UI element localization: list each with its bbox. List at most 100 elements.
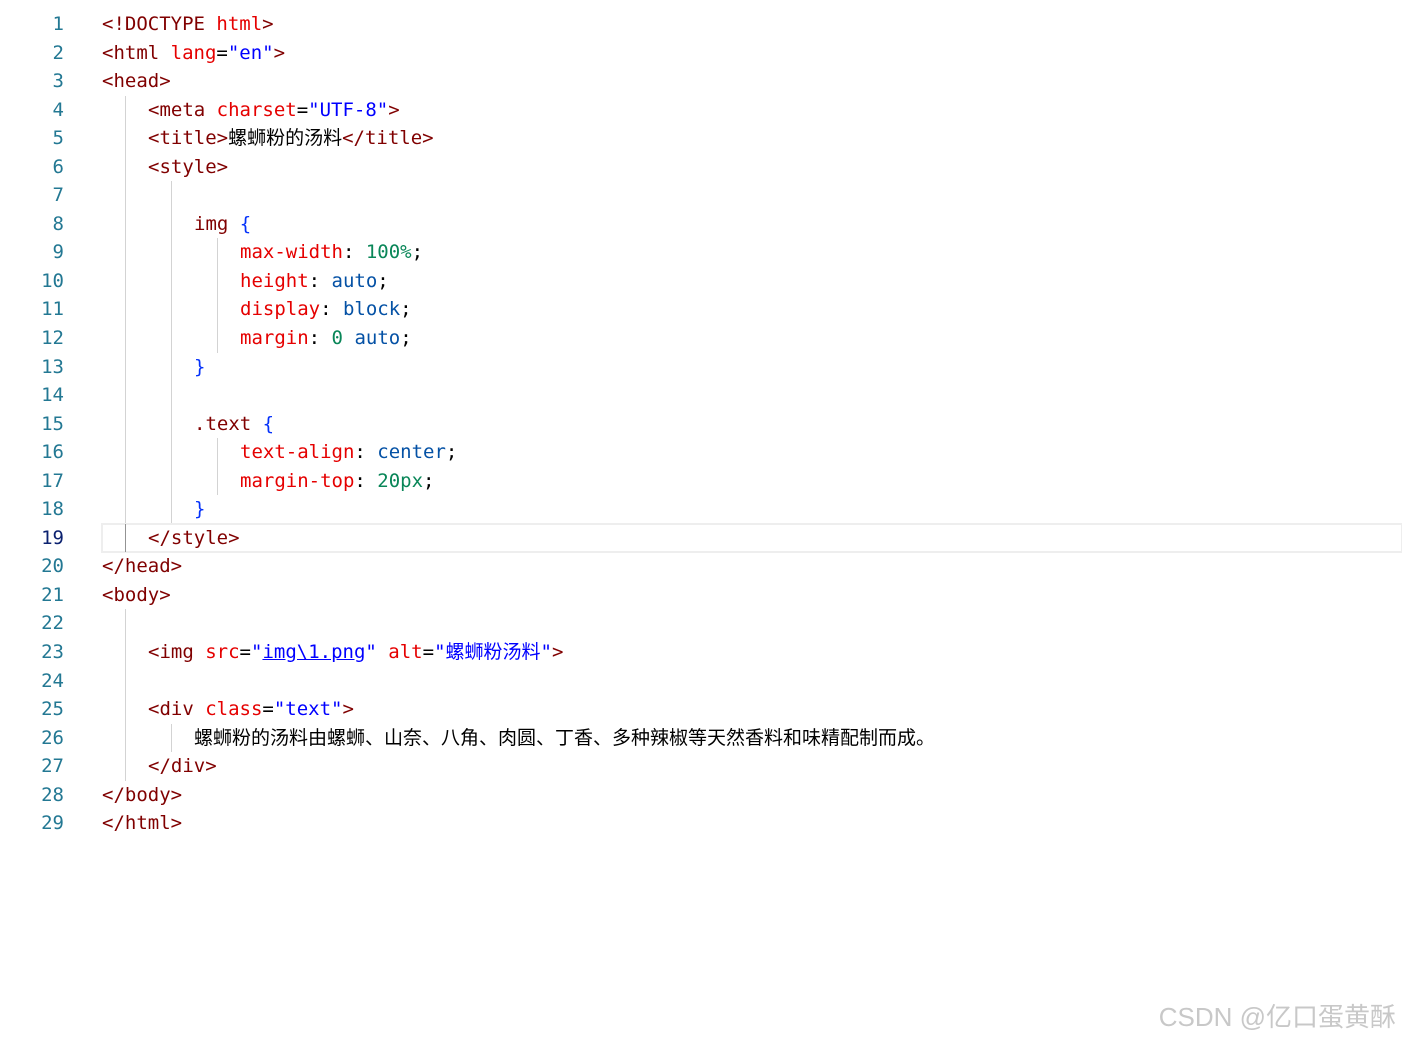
code-line[interactable]: </style> <box>101 522 1402 554</box>
code-token: ; <box>445 441 458 464</box>
code-line[interactable]: margin: 0 auto; <box>102 324 1402 353</box>
code-token: center <box>377 441 446 464</box>
code-token: </body> <box>102 783 183 806</box>
code-line[interactable] <box>102 181 1402 210</box>
code-line[interactable]: <head> <box>102 67 1402 96</box>
code-area[interactable]: <!DOCTYPE html> <html lang="en"> <head> <me… <box>101 10 1402 838</box>
code-token[interactable]: img\1.png <box>262 641 365 663</box>
line-number: 11 <box>41 298 64 321</box>
code-token: <title> <box>148 127 229 150</box>
code-token: = <box>262 698 274 721</box>
code-token: 螺蛳粉的汤料由螺蛳、山奈、八角、肉圆、丁香、多种辣椒等天然香料和味精配制而成。 <box>194 726 936 749</box>
code-line[interactable]: </div> <box>102 752 1402 781</box>
indent-guide <box>125 609 126 639</box>
code-line[interactable]: max-width: 100%; <box>102 238 1402 267</box>
code-line[interactable]: </html> <box>102 809 1402 838</box>
code-token: <div <box>148 698 206 721</box>
code-line[interactable]: height: auto; <box>102 266 1402 296</box>
code-line-content: .text { <box>194 410 274 439</box>
code-token: = <box>239 641 251 664</box>
code-token: ; <box>411 241 424 264</box>
code-line-content: <head> <box>102 67 171 96</box>
indent-guide <box>217 324 218 353</box>
code-token: </head> <box>102 555 183 578</box>
code-token: html <box>216 13 263 35</box>
code-token: display <box>240 298 321 321</box>
code-line[interactable] <box>102 609 1402 639</box>
line-number: 26 <box>41 726 64 749</box>
line-number: 5 <box>52 127 64 150</box>
code-line[interactable]: display: block; <box>102 295 1402 325</box>
code-line[interactable]: <!DOCTYPE html> <box>102 10 1402 39</box>
line-number: 7 <box>52 184 64 207</box>
code-line[interactable]: <meta charset="UTF-8"> <box>102 95 1402 125</box>
code-line[interactable]: <style> <box>102 152 1402 182</box>
code-line-content: <img src="img\1.png" alt="螺蛳粉汤料"> <box>148 638 563 667</box>
code-token: </html> <box>102 812 183 835</box>
code-token: > <box>342 698 354 721</box>
code-token: 螺蛳粉汤料 <box>445 641 541 664</box>
line-number: 19 <box>41 526 64 549</box>
code-line[interactable]: <title>螺蛳粉的汤料</title> <box>102 124 1402 153</box>
code-token: ; <box>423 469 435 492</box>
code-line[interactable]: img { <box>102 209 1402 239</box>
code-line-content: display: block; <box>240 295 412 324</box>
line-number: 10 <box>41 269 64 292</box>
code-token: ; <box>377 269 389 292</box>
indent-guide <box>125 523 126 553</box>
line-number: 14 <box>41 384 64 407</box>
code-token: <body> <box>102 583 171 606</box>
indent-guide <box>171 723 172 753</box>
code-token: auto <box>354 327 401 350</box>
code-line[interactable] <box>102 666 1402 696</box>
code-token: : <box>320 298 343 321</box>
code-line-content: </head> <box>102 552 182 581</box>
code-token: " <box>365 641 377 664</box>
code-line[interactable]: .text { <box>102 409 1402 439</box>
indent-guide <box>217 238 218 267</box>
code-token: <img <box>148 641 206 664</box>
code-token: ; <box>400 298 412 321</box>
indent-guide <box>125 95 126 125</box>
code-token: = <box>422 641 435 664</box>
code-token: 20px <box>377 469 424 492</box>
code-line-content: text-align: center; <box>240 438 457 467</box>
code-token: src <box>205 641 240 664</box>
code-token: } <box>194 498 206 521</box>
code-token: " <box>434 641 446 664</box>
code-token: "UTF-8" <box>308 98 389 121</box>
code-line[interactable]: margin-top: 20px; <box>102 466 1402 496</box>
code-token: <meta <box>148 98 217 121</box>
code-token: <head> <box>102 70 171 93</box>
indent-guide <box>125 695 126 724</box>
code-editor[interactable]: 1 2 3 4 5 6 7 8 9 10 11 12 13 14 15 16 17 18 19 20 21 22 23 24 2… <box>0 0 1402 1042</box>
code-line[interactable]: <div class="text"> <box>102 695 1402 724</box>
code-line[interactable]: </head> <box>102 552 1402 581</box>
code-line-content: } <box>194 495 205 524</box>
code-line-content: </html> <box>102 809 182 838</box>
code-line[interactable]: <body> <box>102 581 1402 610</box>
code-token: 螺蛳粉的汤料 <box>228 127 343 150</box>
code-line[interactable]: 螺蛳粉的汤料由螺蛳、山奈、八角、肉圆、丁香、多种辣椒等天然香料和味精配制而成。 <box>102 723 1402 753</box>
code-token: text-align <box>240 441 355 464</box>
code-line[interactable]: <img src="img\1.png" alt="螺蛳粉汤料"> <box>102 638 1402 667</box>
code-line[interactable]: text-align: center; <box>102 438 1402 467</box>
line-number: 6 <box>52 155 64 178</box>
code-line[interactable]: } <box>102 352 1402 382</box>
indent-guide <box>171 466 172 496</box>
code-token: height <box>240 269 309 292</box>
code-line[interactable]: } <box>102 495 1402 524</box>
code-token: ; <box>400 327 412 350</box>
line-number: 22 <box>41 612 64 635</box>
code-line-content: max-width: 100%; <box>240 238 423 267</box>
code-line[interactable]: <html lang="en"> <box>102 39 1402 68</box>
line-number: 28 <box>41 783 64 806</box>
line-number: 12 <box>41 327 64 350</box>
code-line[interactable]: </body> <box>102 781 1402 810</box>
code-token: : <box>354 469 378 492</box>
code-line-content: </body> <box>102 781 182 810</box>
code-line-content: <style> <box>148 153 228 182</box>
code-line-content: <meta charset="UTF-8"> <box>148 96 400 125</box>
code-line[interactable] <box>102 381 1402 410</box>
